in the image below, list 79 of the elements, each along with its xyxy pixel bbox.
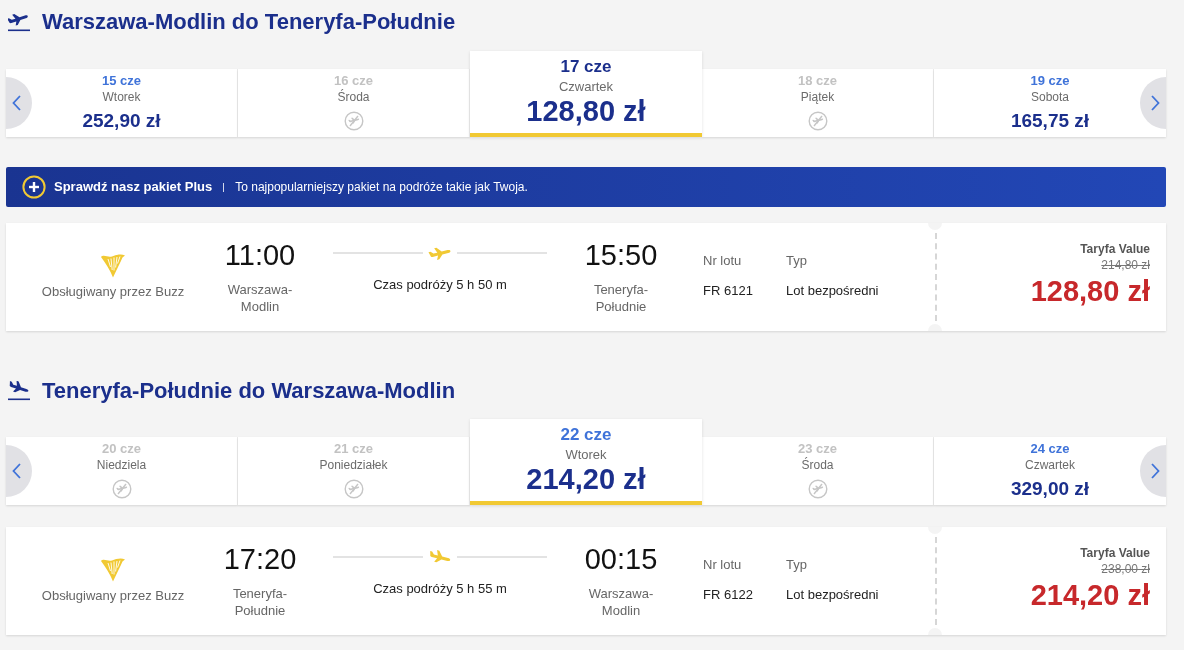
weekday-label: Środa [801,457,834,473]
plus-icon [22,175,46,199]
date-tab[interactable]: 17 cze Czwartek 128,80 zł [470,51,702,137]
date-tab[interactable]: 19 cze Sobota 165,75 zł [934,69,1166,137]
weekday-label: Wtorek [102,89,141,105]
harp-icon [100,253,126,278]
departure-time: 11:00 [224,238,296,273]
operator-label: Obsługiwany przez Buzz [41,283,185,300]
route-title: Warszawa-Modlin do Teneryfa-Południe [42,8,456,36]
chevron-left-icon [12,95,21,111]
date-label: 17 cze [560,57,612,77]
banner-text: To najpopularniejszy pakiet na podróże takie jak Twoja. [235,179,528,196]
date-label: 16 cze [333,73,373,89]
banner-title: Sprawdź nasz pakiet Plus [54,178,213,197]
departure-airport: Teneryfa-Południe [231,585,289,619]
flight-number: FR 6121 [703,282,753,299]
flight-card[interactable]: Obsługiwany przez Buzz 11:00 Warszawa-Modlin Czas podróży 5 h 50 m 15:50 Teneryfa-Południe Nr lotu FR 6121 Typ Lot bezpośredni Taryfa Value 214,80 zł 128,80 zł [6,223,1166,331]
fare-name: Taryfa Value [1080,546,1150,561]
ticket-notch [928,324,942,331]
weekday-label: Środa [337,89,370,105]
departure-time: 17:20 [223,542,297,577]
date-label: 23 cze [797,441,837,457]
date-tab[interactable]: 21 cze Poniedziałek [238,437,470,505]
date-tab[interactable]: 15 cze Wtorek 252,90 zł [6,69,238,137]
flight-number-label: Nr lotu [703,556,742,573]
weekday-label: Niedziela [96,457,147,473]
date-tab[interactable]: 18 cze Piątek [702,69,934,137]
date-label: 15 cze [101,73,141,89]
date-tab[interactable]: 20 cze Niedziela [6,437,238,505]
fare-price: 128,80 zł [1030,275,1150,307]
duration-label: Czas podróży 5 h 55 m [373,580,507,597]
arrival-airport: Warszawa-Modlin [587,585,655,619]
fare-price: 214,20 zł [526,463,646,495]
chevron-right-icon [1151,95,1160,111]
departure-airport: Warszawa-Modlin [226,281,294,315]
flight-card[interactable]: Obsługiwany przez Buzz 17:20 Teneryfa-Południe Czas podróży 5 h 55 m 00:15 Warszawa-Modlin Nr lotu FR 6122 Typ Lot bezpośredni Taryfa Value 238,00 zł 214,20 zł [6,527,1166,635]
date-label: 24 cze [1030,441,1070,457]
promo-banner[interactable]: Sprawdź nasz pakiet Plus To najpopularniejszy pakiet na podróże takie jak Twoja. [6,167,1166,207]
date-label: 21 cze [333,441,373,457]
date-label: 22 cze [560,425,612,445]
weekday-label: Czwartek [1025,457,1075,473]
fare-price: 165,75 zł [1010,109,1090,133]
arrival-time: 15:50 [584,238,658,273]
flight-number-label: Nr lotu [703,252,742,269]
plane-icon [428,245,452,261]
fare-price: 329,00 zł [1010,477,1090,501]
weekday-label: Wtorek [565,447,607,463]
date-label: 18 cze [797,73,837,89]
flight-type: Lot bezpośredni [786,586,879,603]
date-label: 19 cze [1030,73,1070,89]
ticket-notch [928,628,942,635]
chevron-left-icon [12,463,21,479]
weekday-label: Sobota [1030,89,1069,105]
plane-icon [428,549,452,565]
fare-price: 128,80 zł [526,95,646,127]
old-price: 238,00 zł [1101,562,1150,577]
weekday-label: Czwartek [558,79,614,95]
fare-price: 252,90 zł [82,109,161,133]
flight-type: Lot bezpośredni [786,282,879,299]
date-tab[interactable]: 16 cze Środa [238,69,470,137]
route-title: Teneryfa-Południe do Warszawa-Modlin [42,377,456,405]
arrival-time: 00:15 [584,542,658,577]
fare-price: 214,20 zł [1030,579,1150,611]
date-tab[interactable]: 23 cze Środa [702,437,934,505]
chevron-right-icon [1151,463,1160,479]
old-price: 214,80 zł [1101,258,1150,273]
fare-name: Taryfa Value [1080,242,1150,257]
date-tab[interactable]: 22 cze Wtorek 214,20 zł [470,419,702,505]
harp-icon [100,557,126,582]
date-label: 20 cze [101,441,141,457]
arrival-airport: Teneryfa-Południe [592,281,650,315]
date-tab[interactable]: 24 cze Czwartek 329,00 zł [934,437,1166,505]
operator-label: Obsługiwany przez Buzz [41,587,185,604]
flight-type-label: Typ [786,556,807,573]
weekday-label: Piątek [800,89,835,105]
weekday-label: Poniedziałek [319,457,388,473]
duration-label: Czas podróży 5 h 50 m [373,276,507,293]
flight-number: FR 6122 [703,586,753,603]
flight-type-label: Typ [786,252,807,269]
